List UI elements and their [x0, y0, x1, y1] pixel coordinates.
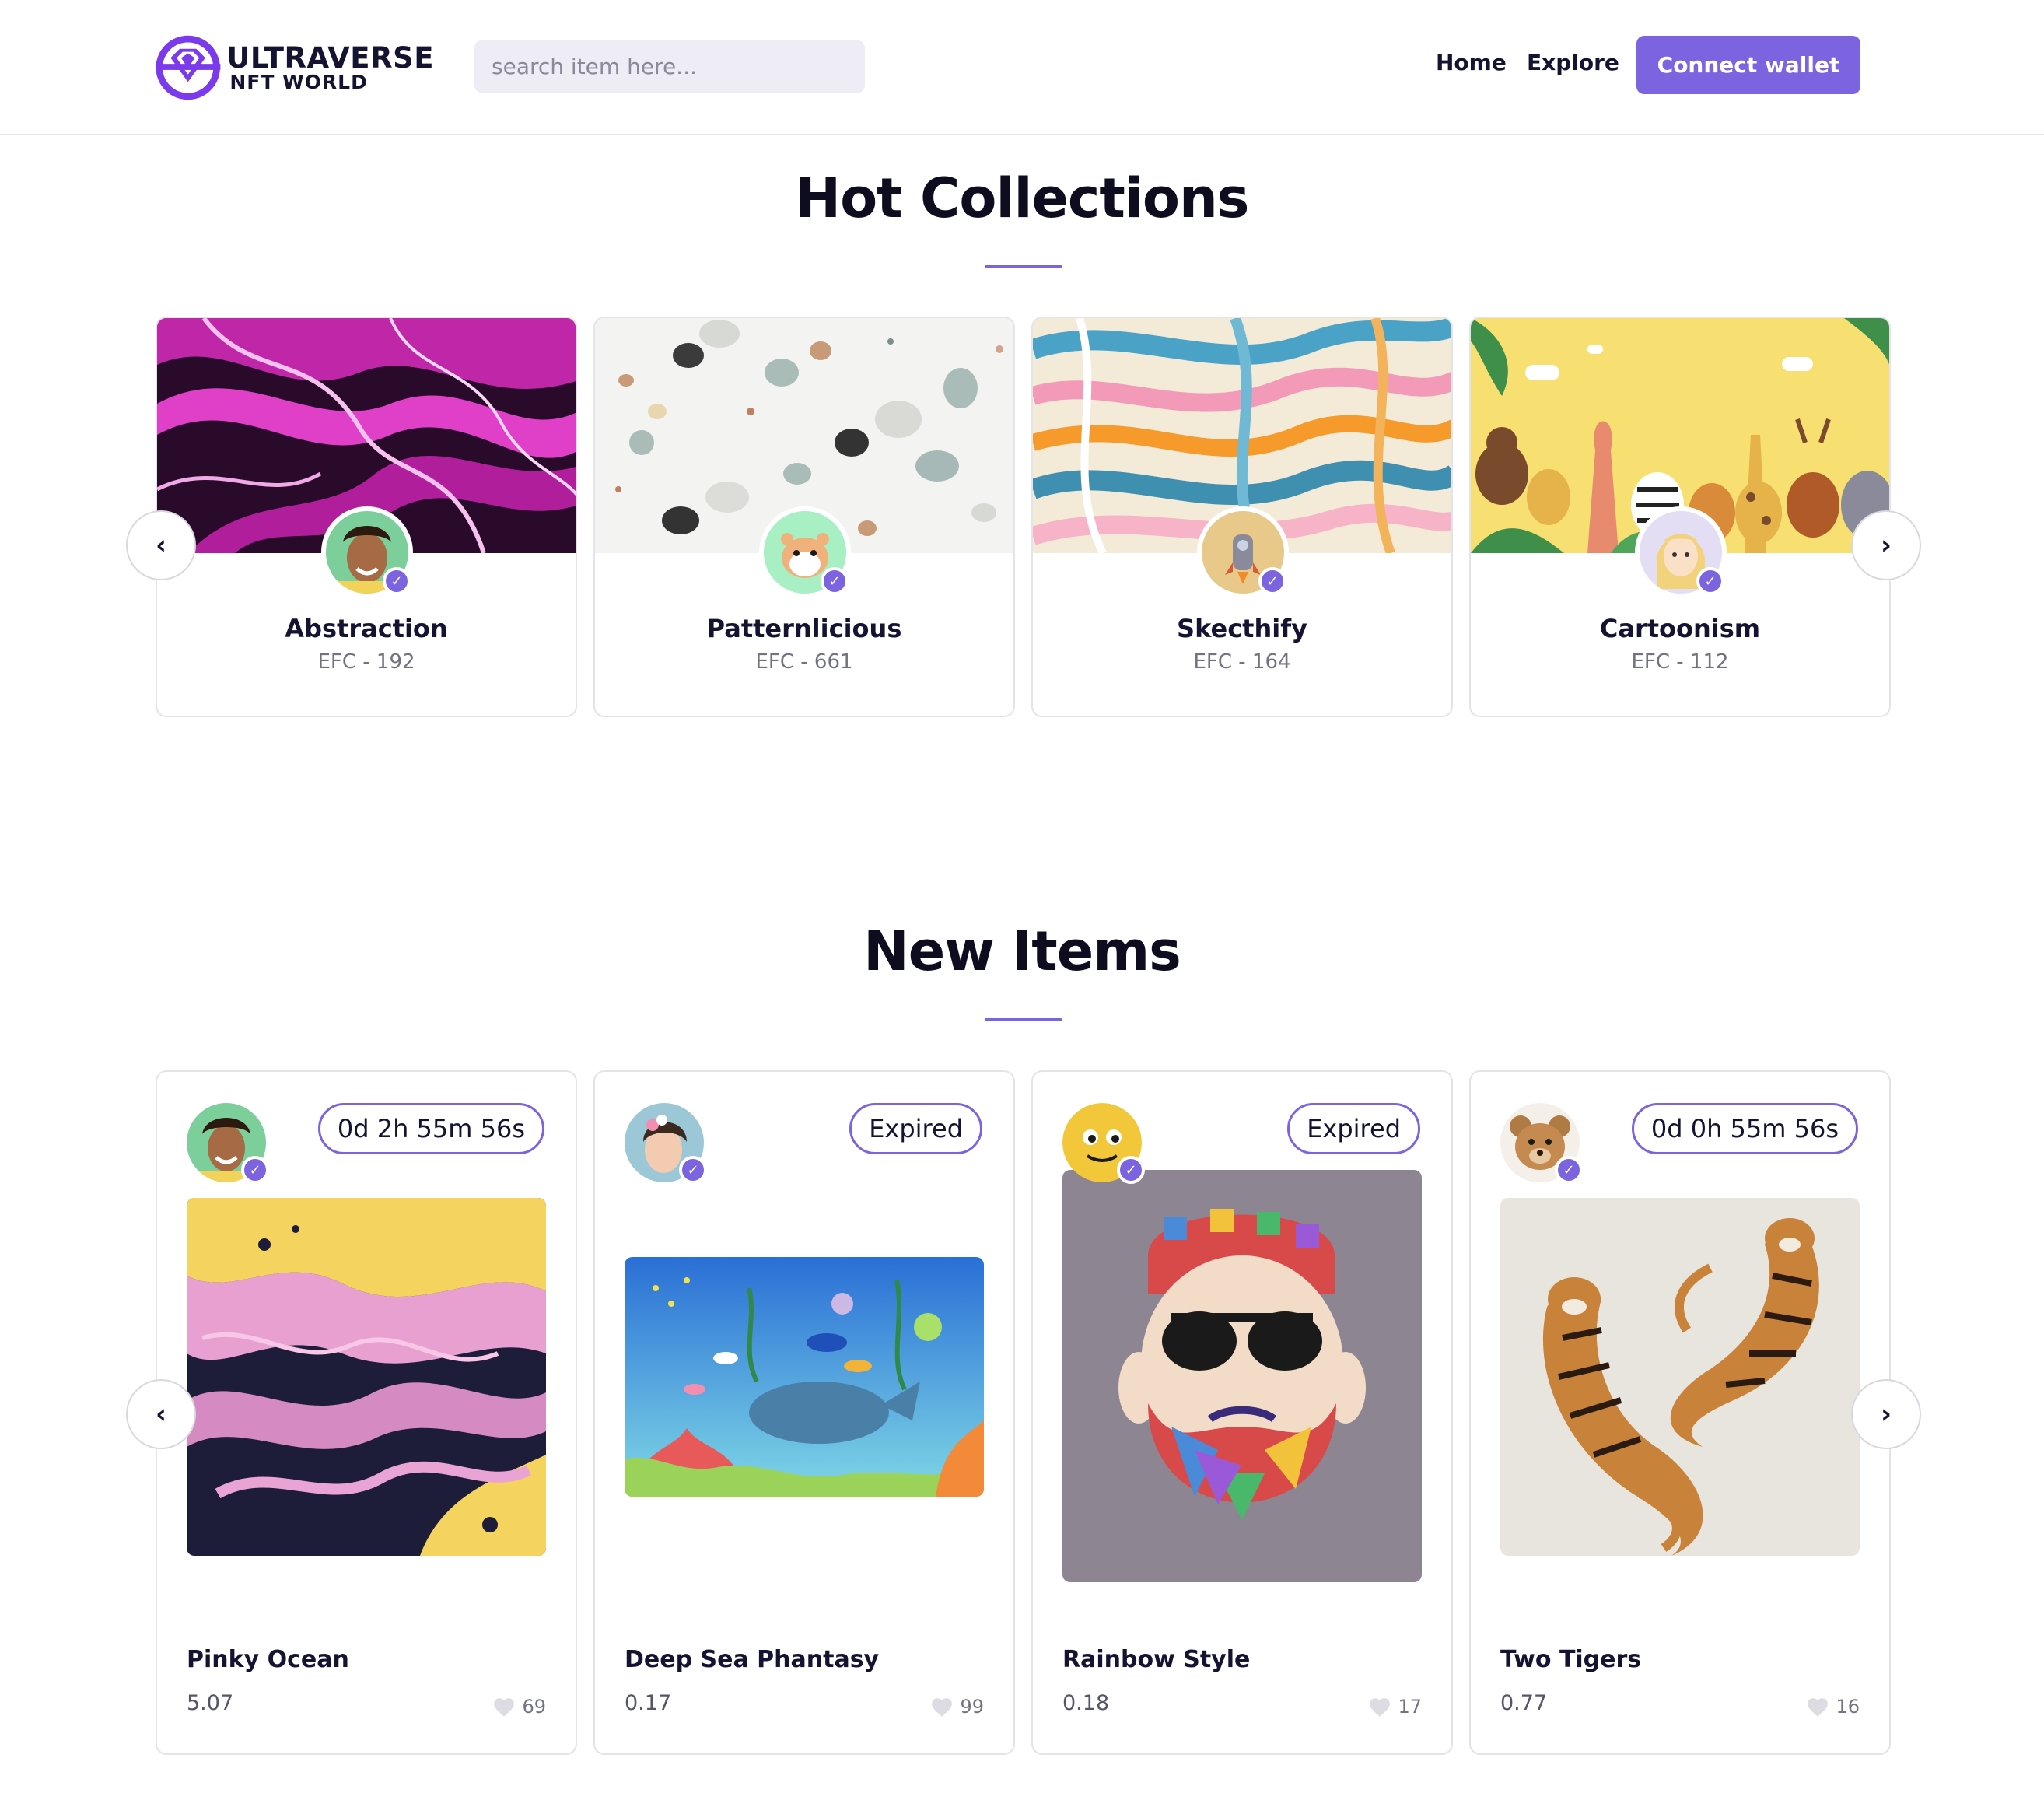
collection-card[interactable]: ✓ Abstraction EFC - 192: [156, 317, 577, 717]
collection-card[interactable]: ✓ Cartoonism EFC - 112: [1469, 317, 1891, 717]
nft-image[interactable]: [187, 1198, 546, 1556]
item-title[interactable]: Rainbow Style: [1062, 1646, 1250, 1673]
like-counter[interactable]: 69: [492, 1696, 546, 1718]
site-logo[interactable]: ULTRAVERSE NFT WORLD: [154, 34, 434, 101]
collection-card[interactable]: ✓ Skecthify EFC - 164: [1031, 317, 1453, 717]
countdown-timer: 0d 2h 55m 56s: [317, 1103, 544, 1154]
item-price: 0.77: [1500, 1691, 1548, 1715]
item-price: 0.17: [625, 1691, 672, 1715]
verified-check-icon: ✓: [679, 1156, 707, 1184]
collections-next-arrow[interactable]: ›: [1851, 510, 1921, 580]
like-count: 69: [522, 1696, 546, 1718]
collection-name[interactable]: Cartoonism: [1471, 614, 1889, 643]
item-title[interactable]: Deep Sea Phantasy: [625, 1646, 879, 1673]
search-input[interactable]: [474, 40, 865, 93]
collection-code: EFC - 661: [755, 650, 853, 674]
item-title[interactable]: Two Tigers: [1500, 1646, 1641, 1673]
like-counter[interactable]: 99: [930, 1696, 984, 1718]
item-title[interactable]: Pinky Ocean: [187, 1646, 349, 1673]
heart-icon[interactable]: [930, 1697, 954, 1718]
heart-icon[interactable]: [1806, 1697, 1829, 1718]
connect-wallet-button[interactable]: Connect wallet: [1636, 36, 1860, 94]
collection-name[interactable]: Patternlicious: [595, 614, 1013, 643]
collection-code: EFC - 164: [1193, 650, 1291, 674]
new-items-title: New Items: [863, 919, 1181, 983]
nft-item-card[interactable]: ✓ 0d 0h 55m 56s Two Tigers 0.77 16: [1469, 1070, 1891, 1755]
collection-card[interactable]: ✓ Patternlicious EFC - 661: [593, 317, 1015, 717]
nav-home-link[interactable]: Home: [1436, 50, 1507, 75]
verified-check-icon: ✓: [241, 1156, 269, 1184]
nav-explore-link[interactable]: Explore: [1527, 50, 1619, 75]
collections-prev-arrow[interactable]: ‹: [126, 510, 196, 580]
item-price: 5.07: [187, 1691, 234, 1715]
countdown-timer: 0d 0h 55m 56s: [1631, 1103, 1858, 1154]
like-counter[interactable]: 16: [1806, 1696, 1860, 1718]
item-price: 0.18: [1062, 1691, 1110, 1715]
nft-image[interactable]: [625, 1257, 984, 1497]
heart-icon[interactable]: [1368, 1697, 1391, 1718]
items-next-arrow[interactable]: ›: [1851, 1379, 1921, 1449]
collection-code: EFC - 192: [317, 650, 415, 674]
verified-check-icon: ✓: [821, 567, 849, 595]
expired-badge: Expired: [1287, 1103, 1420, 1154]
brand-tagline: NFT WORLD: [229, 71, 368, 93]
like-count: 17: [1398, 1696, 1422, 1718]
verified-check-icon: ✓: [1258, 567, 1286, 595]
brand-name: ULTRAVERSE: [226, 41, 434, 75]
nft-image[interactable]: [1500, 1198, 1860, 1556]
verified-check-icon: ✓: [383, 567, 411, 595]
site-header: ULTRAVERSE NFT WORLD Home Explore Connec…: [0, 0, 2044, 135]
diamond-logo-icon: [155, 35, 221, 100]
heart-icon[interactable]: [492, 1697, 516, 1718]
collection-code: EFC - 112: [1631, 650, 1729, 674]
collection-name[interactable]: Abstraction: [157, 614, 576, 643]
nft-item-card[interactable]: ✓ Expired Rainbow Style 0.18 17: [1031, 1070, 1453, 1755]
title-underline: [985, 1018, 1062, 1021]
verified-check-icon: ✓: [1696, 567, 1724, 595]
nft-item-card[interactable]: ✓ Expired Deep Sea Phantasy 0.17 99: [593, 1070, 1015, 1755]
verified-check-icon: ✓: [1117, 1156, 1145, 1184]
verified-check-icon: ✓: [1555, 1156, 1583, 1184]
expired-badge: Expired: [849, 1103, 982, 1154]
like-counter[interactable]: 17: [1368, 1696, 1422, 1718]
hot-collections-title: Hot Collections: [795, 166, 1250, 230]
title-underline: [985, 265, 1062, 268]
like-count: 16: [1836, 1696, 1860, 1718]
collection-name[interactable]: Skecthify: [1033, 614, 1451, 643]
like-count: 99: [960, 1696, 984, 1718]
nft-item-card[interactable]: ✓ 0d 2h 55m 56s Pinky Ocean 5.07 69: [156, 1070, 577, 1755]
nft-image[interactable]: [1062, 1170, 1422, 1582]
items-prev-arrow[interactable]: ‹: [126, 1379, 196, 1449]
